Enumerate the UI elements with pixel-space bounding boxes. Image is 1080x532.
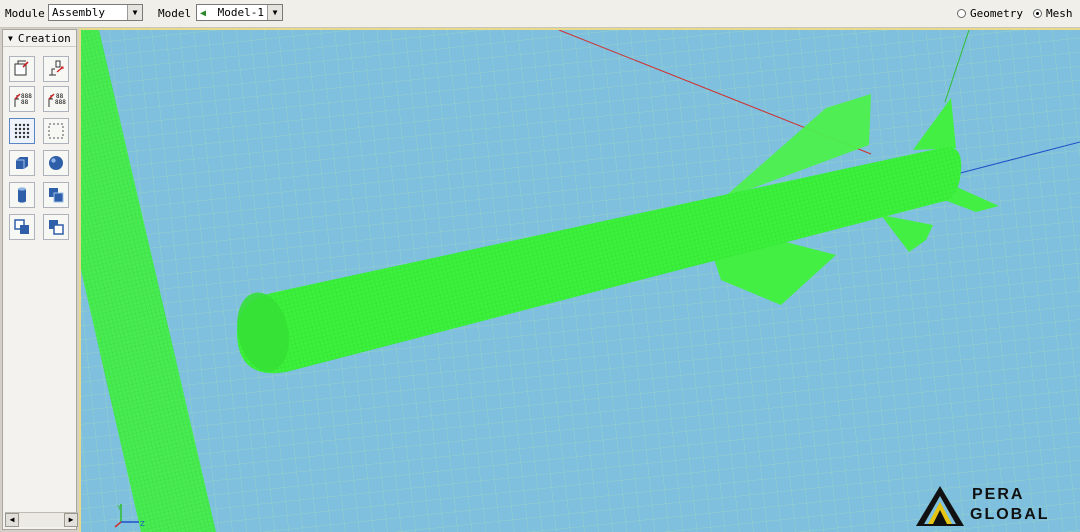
scroll-right-icon[interactable]: ▶ bbox=[64, 513, 78, 527]
model-value: Model-1 bbox=[217, 6, 264, 19]
svg-text:Y: Y bbox=[116, 504, 122, 512]
svg-text:88: 88 bbox=[21, 99, 29, 106]
linear-pattern-icon[interactable]: 888 88 bbox=[9, 86, 35, 112]
svg-text:Z: Z bbox=[140, 520, 145, 528]
mesh-canvas[interactable]: Y Z bbox=[81, 30, 1080, 532]
seed-edge-icon[interactable] bbox=[43, 118, 69, 144]
pera-global-logo: PERA GLOBAL bbox=[914, 484, 1074, 528]
chevron-down-icon[interactable]: ▼ bbox=[127, 5, 142, 20]
seed-grid-icon[interactable] bbox=[9, 118, 35, 144]
chevron-down-icon[interactable]: ▼ bbox=[267, 5, 282, 20]
radio-mesh[interactable]: Mesh bbox=[1033, 7, 1073, 20]
cylinder-icon[interactable] bbox=[9, 182, 35, 208]
module-value: Assembly bbox=[52, 6, 105, 19]
logo-triangle-icon bbox=[916, 486, 964, 526]
radio-geometry-dot[interactable] bbox=[957, 9, 966, 18]
toolbox-scrollbar[interactable]: ◀ ▶ bbox=[5, 512, 78, 527]
radial-pattern-icon[interactable]: 88 888 bbox=[43, 86, 69, 112]
radio-mesh-dot[interactable] bbox=[1033, 9, 1042, 18]
top-bar: Module Assembly ▼ Model ◀ Model-1 ▼ Geom… bbox=[0, 0, 1080, 28]
logo-line1: PERA bbox=[972, 486, 1025, 503]
model-combo[interactable]: ◀ Model-1 ▼ bbox=[196, 4, 283, 21]
svg-text:888: 888 bbox=[55, 99, 66, 106]
creation-toolbox: ▼ Creation 888 88 88 888 ◀ ▶ bbox=[2, 29, 78, 530]
model-viewport[interactable]: Y Z PERA GLOBAL bbox=[79, 28, 1080, 532]
copy-instance-icon[interactable] bbox=[9, 214, 35, 240]
logo-line2: GLOBAL bbox=[970, 506, 1050, 523]
collapse-triangle-icon[interactable]: ▼ bbox=[8, 34, 13, 43]
model-label: Model bbox=[158, 7, 192, 20]
radio-geometry-label: Geometry bbox=[970, 7, 1023, 20]
mesh-part-cube-icon[interactable] bbox=[9, 150, 35, 176]
merge-cube-icon[interactable] bbox=[43, 182, 69, 208]
model-icon: ◀ bbox=[200, 8, 207, 19]
radio-mesh-label: Mesh bbox=[1046, 7, 1073, 20]
boolean-instance-icon[interactable] bbox=[43, 214, 69, 240]
module-combo[interactable]: Assembly ▼ bbox=[48, 4, 143, 21]
create-instance-icon[interactable] bbox=[9, 56, 35, 82]
module-label: Module bbox=[5, 7, 45, 20]
translate-instance-icon[interactable] bbox=[43, 56, 69, 82]
sphere-icon[interactable] bbox=[43, 150, 69, 176]
toolbox-header[interactable]: ▼ Creation bbox=[3, 30, 76, 47]
scroll-left-icon[interactable]: ◀ bbox=[5, 513, 19, 527]
radio-geometry[interactable]: Geometry bbox=[957, 7, 1023, 20]
toolbox-title: Creation bbox=[17, 31, 71, 45]
